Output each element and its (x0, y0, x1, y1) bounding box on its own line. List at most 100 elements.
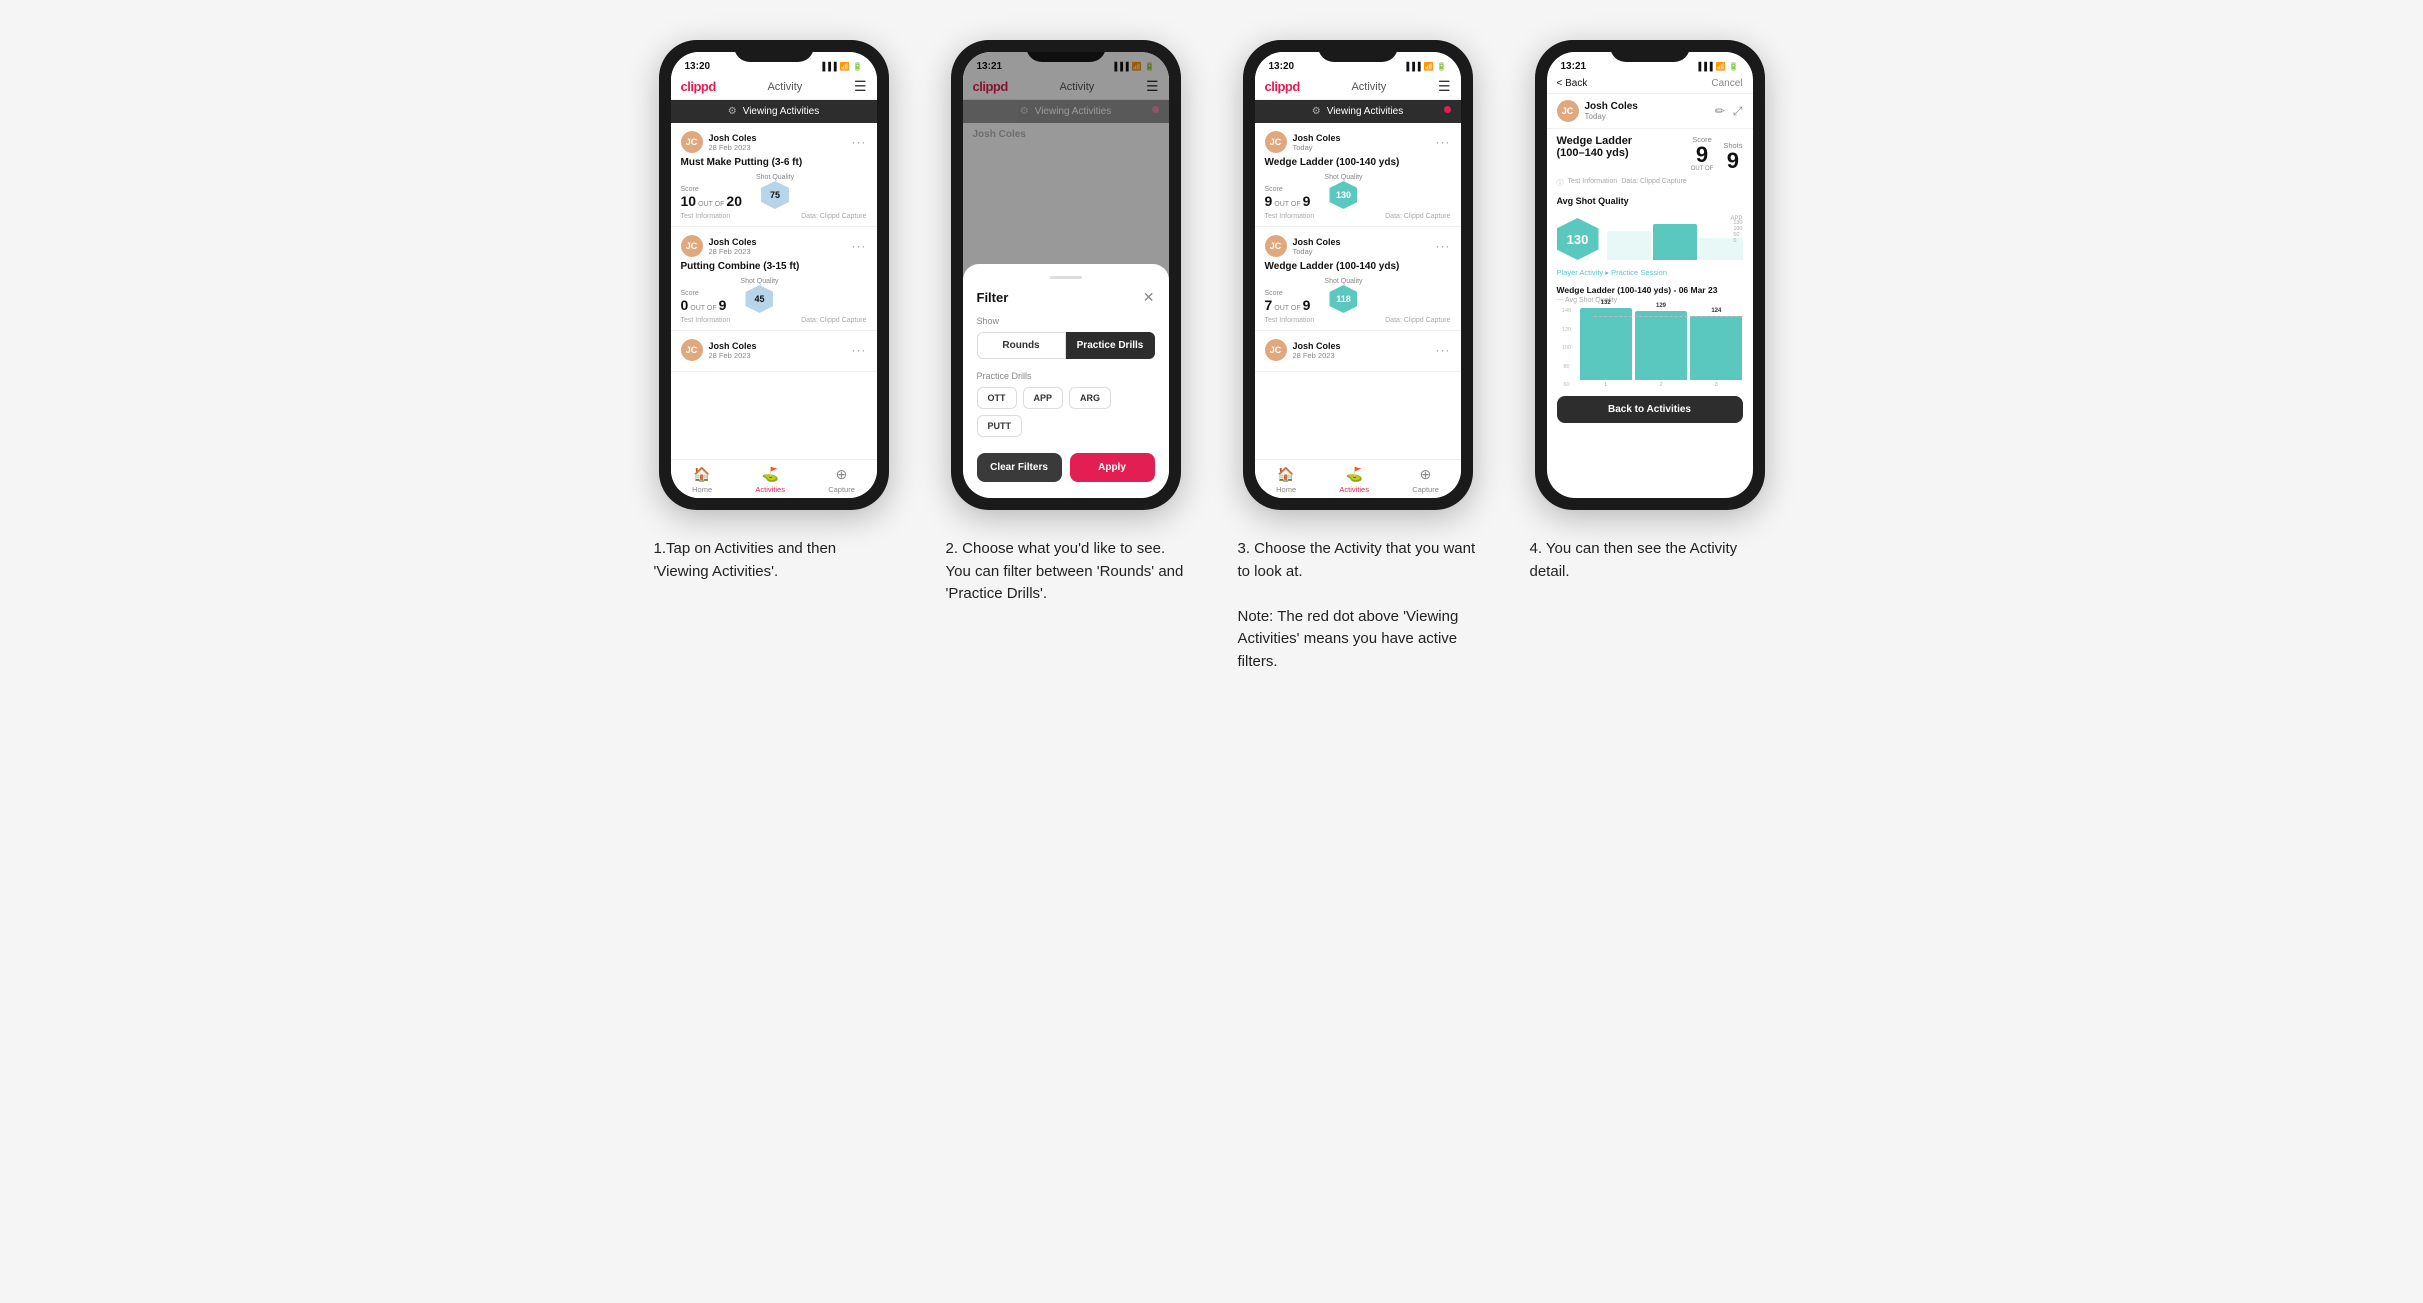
card-footer-3-2: Test Information Data: Clippd Capture (1265, 317, 1451, 324)
status-time-3: 13:20 (1269, 61, 1295, 72)
card-header-3-2: JC Josh Coles Today ··· (1265, 235, 1451, 257)
footer-data-3-1: Data: Clippd Capture (1385, 213, 1450, 220)
bar-fill-4-2 (1635, 311, 1687, 380)
expand-icon-4[interactable]: ⤢ (1733, 104, 1743, 119)
close-icon-2[interactable]: ✕ (1143, 289, 1155, 306)
edit-icon-4[interactable]: ✏ (1715, 104, 1725, 119)
app-logo-3: clippd (1265, 79, 1300, 94)
card-user-date-1-3: 28 Feb 2023 (709, 351, 757, 360)
status-icons-4: ▐▐▐ 📶 🔋 (1696, 62, 1739, 71)
card-footer-1-1: Test Information Data: Clippd Capture (681, 213, 867, 220)
activity-card-1-2[interactable]: JC Josh Coles 28 Feb 2023 ··· Putting Co… (671, 227, 877, 331)
avg-chart-row-4: 130 APP 130 1 (1557, 210, 1743, 260)
cancel-button-4[interactable]: Cancel (1711, 78, 1742, 89)
activity-card-3-2[interactable]: JC Josh Coles Today ··· Wedge Ladder (10… (1255, 227, 1461, 331)
detail-user-info-4: Josh Coles Today (1585, 101, 1638, 121)
card-user-info-3-2: Josh Coles Today (1293, 237, 1341, 256)
shot-quality-3-2: Shot Quality 118 (1324, 278, 1362, 313)
card-dots-1-3[interactable]: ··· (852, 343, 867, 357)
card-dots-1-1[interactable]: ··· (852, 135, 867, 149)
bar-chart-title-4: Wedge Ladder (100-140 yds) - 06 Mar 23 (1557, 285, 1743, 295)
drill-name-4: Wedge Ladder (100–140 yds) (1557, 135, 1657, 159)
wifi-icon-1: 📶 (840, 62, 850, 71)
nav-capture-1[interactable]: ⊕ Capture (828, 466, 855, 494)
nav-home-3[interactable]: 🏠 Home (1276, 466, 1296, 494)
activity-card-1-1[interactable]: JC Josh Coles 28 Feb 2023 ··· Must Make … (671, 123, 877, 227)
footer-data-1-2: Data: Clippd Capture (801, 317, 866, 324)
mini-bar-1-4 (1607, 231, 1651, 260)
filter-icon-1: ⚙ (728, 106, 737, 117)
caption-3: 3. Choose the Activity that you want to … (1238, 538, 1478, 673)
avatar-3-3: JC (1265, 339, 1287, 361)
header-title-3: Activity (1351, 81, 1386, 93)
viewing-bar-3[interactable]: ⚙ Viewing Activities (1255, 100, 1461, 123)
hex-large-4: 130 (1557, 218, 1599, 260)
nav-home-1[interactable]: 🏠 Home (692, 466, 712, 494)
activity-card-3-3[interactable]: JC Josh Coles 28 Feb 2023 ··· (1255, 331, 1461, 372)
nav-activities-1[interactable]: ⛳ Activities (755, 466, 785, 494)
battery-icon-4: 🔋 (1729, 62, 1739, 71)
nav-home-label-3: Home (1276, 485, 1296, 494)
chip-putt-2[interactable]: PUTT (977, 415, 1023, 437)
wifi-icon-3: 📶 (1424, 62, 1434, 71)
card-dots-1-2[interactable]: ··· (852, 239, 867, 253)
bar-chart-area-4: 140 120 100 80 60 132 1 (1557, 308, 1743, 388)
apply-button-2[interactable]: Apply (1070, 453, 1155, 482)
toggle-rounds-2[interactable]: Rounds (977, 332, 1066, 359)
hamburger-icon-1[interactable]: ☰ (854, 78, 867, 95)
signal-icon-4: ▐▐▐ (1696, 62, 1713, 71)
detail-info-row-4: ⓘ Test Information Data: Clippd Capture (1547, 178, 1753, 192)
phone3: 13:20 ▐▐▐ 📶 🔋 clippd Activity ☰ (1243, 40, 1473, 510)
card-title-1-2: Putting Combine (3-15 ft) (681, 261, 867, 272)
card-dots-3-1[interactable]: ··· (1436, 135, 1451, 149)
hamburger-icon-3[interactable]: ☰ (1438, 78, 1451, 95)
viewing-bar-text-1: Viewing Activities (743, 106, 820, 117)
avatar-1-1: JC (681, 131, 703, 153)
card-footer-3-1: Test Information Data: Clippd Capture (1265, 213, 1451, 220)
card-stats-3-2: Score 7 OUT OF 9 Shot Quality 118 (1265, 278, 1451, 313)
signal-icon-3: ▐▐▐ (1404, 62, 1421, 71)
activity-card-3-1[interactable]: JC Josh Coles Today ··· Wedge Ladder (10… (1255, 123, 1461, 227)
screen-scroll-1: JC Josh Coles 28 Feb 2023 ··· Must Make … (671, 123, 877, 459)
detail-title-row-4: Wedge Ladder (100–140 yds) Score 9 OUT O… (1547, 129, 1753, 178)
nav-home-label-1: Home (692, 485, 712, 494)
nav-capture-3[interactable]: ⊕ Capture (1412, 466, 1439, 494)
avatar-4: JC (1557, 100, 1579, 122)
chip-arg-2[interactable]: ARG (1069, 387, 1111, 409)
score-value-3-1: 9 OUT OF 9 (1265, 193, 1311, 209)
player-activity-label-4: Player Activity ▸ Practice Session (1547, 264, 1753, 281)
footer-data-1-1: Data: Clippd Capture (801, 213, 866, 220)
card-dots-3-2[interactable]: ··· (1436, 239, 1451, 253)
app-header-1: clippd Activity ☰ (671, 74, 877, 100)
card-user-info-3-1: Josh Coles Today (1293, 133, 1341, 152)
info-text1-4: Test Information (1568, 178, 1618, 188)
nav-capture-label-3: Capture (1412, 485, 1439, 494)
back-activities-button-4[interactable]: Back to Activities (1557, 396, 1743, 423)
card-title-1-1: Must Make Putting (3-6 ft) (681, 157, 867, 168)
back-button-4[interactable]: < Back (1557, 78, 1588, 89)
viewing-bar-1[interactable]: ⚙ Viewing Activities (671, 100, 877, 123)
red-dot-3 (1444, 106, 1451, 113)
detail-action-icons-4: ✏ ⤢ (1715, 104, 1743, 119)
footer-data-3-2: Data: Clippd Capture (1385, 317, 1450, 324)
logo-text-1: clippd (681, 79, 716, 94)
score-value-4: 9 (1696, 144, 1708, 166)
screen-scroll-3: JC Josh Coles Today ··· Wedge Ladder (10… (1255, 123, 1461, 459)
app-header-3: clippd Activity ☰ (1255, 74, 1461, 100)
caption-4: 4. You can then see the Activity detail. (1530, 538, 1770, 583)
sq-label-3-1: Shot Quality (1324, 174, 1362, 181)
detail-user-name-4: Josh Coles (1585, 101, 1638, 112)
nav-activities-3[interactable]: ⛳ Activities (1339, 466, 1369, 494)
clear-filters-button-2[interactable]: Clear Filters (977, 453, 1062, 482)
card-dots-3-3[interactable]: ··· (1436, 343, 1451, 357)
card-user-date-1-2: 28 Feb 2023 (709, 247, 757, 256)
filter-chips-2: OTT APP ARG PUTT (977, 387, 1155, 437)
activity-card-1-3[interactable]: JC Josh Coles 28 Feb 2023 ··· (671, 331, 877, 372)
chip-ott-2[interactable]: OTT (977, 387, 1017, 409)
y-axis-4: 140 120 100 80 60 (1557, 308, 1577, 388)
chip-app-2[interactable]: APP (1023, 387, 1064, 409)
bottom-nav-1: 🏠 Home ⛳ Activities ⊕ Capture (671, 459, 877, 498)
card-stats-1-1: Score 10 OUT OF 20 Shot Quality 75 (681, 174, 867, 209)
toggle-practice-2[interactable]: Practice Drills (1066, 332, 1155, 359)
card-user-info-1-3: Josh Coles 28 Feb 2023 (709, 341, 757, 360)
